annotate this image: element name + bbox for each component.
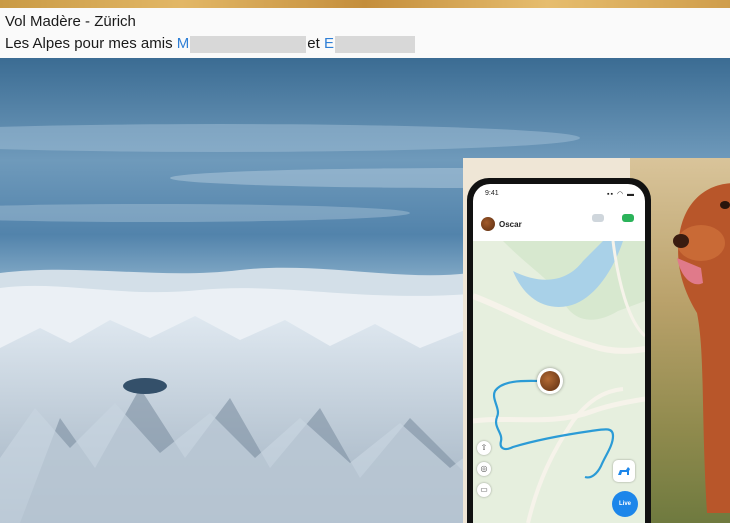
mention-initial-2[interactable]: E — [324, 35, 334, 52]
pet-location-marker[interactable] — [537, 368, 563, 394]
phone-mockup: 9:41 ▪▪ ◠ ▬ Oscar ⇧ ◎ ▭ Live — [467, 178, 651, 523]
locate-icon[interactable]: ◎ — [477, 462, 491, 476]
caption-text: Les Alpes pour mes amis — [5, 35, 177, 52]
tracker-app-ad[interactable]: 9:41 ▪▪ ◠ ▬ Oscar ⇧ ◎ ▭ Live — [463, 158, 730, 523]
mode-toggle-a[interactable] — [583, 214, 613, 236]
share-icon[interactable]: ⇧ — [477, 441, 491, 455]
mode-b-label — [617, 225, 639, 230]
redacted-name-1 — [190, 35, 307, 53]
mode-toggle-b[interactable] — [617, 214, 639, 236]
tracking-map[interactable]: ⇧ ◎ ▭ Live — [473, 241, 645, 523]
mention-link-1[interactable]: M — [177, 35, 308, 53]
mode-a-icon — [592, 214, 604, 222]
status-icons: ▪▪ ◠ ▬ — [607, 191, 635, 198]
post-caption: Les Alpes pour mes amis Met E — [5, 35, 416, 53]
dog-walk-icon — [618, 467, 630, 475]
dog-photo — [673, 183, 730, 513]
mention-initial-1[interactable]: M — [177, 35, 190, 52]
pet-avatar[interactable] — [481, 217, 495, 231]
pet-marker-photo — [540, 371, 560, 391]
top-photo-strip — [0, 0, 730, 8]
pet-name: Oscar — [499, 220, 522, 229]
mode-a-label — [583, 225, 613, 230]
live-button[interactable]: Live — [612, 491, 638, 517]
redacted-name-2 — [334, 35, 415, 53]
post-title: Vol Madère - Zürich — [5, 13, 136, 30]
post-header: Vol Madère - Zürich Les Alpes pour mes a… — [0, 8, 730, 58]
mention-link-2[interactable]: E — [324, 35, 416, 53]
phone-screen: 9:41 ▪▪ ◠ ▬ Oscar ⇧ ◎ ▭ Live — [473, 184, 645, 523]
layers-icon[interactable]: ▭ — [477, 483, 491, 497]
battery-icon — [622, 214, 634, 222]
status-time: 9:41 — [485, 190, 499, 197]
caption-connector: et — [307, 35, 324, 52]
dog-walk-button[interactable] — [613, 460, 635, 482]
